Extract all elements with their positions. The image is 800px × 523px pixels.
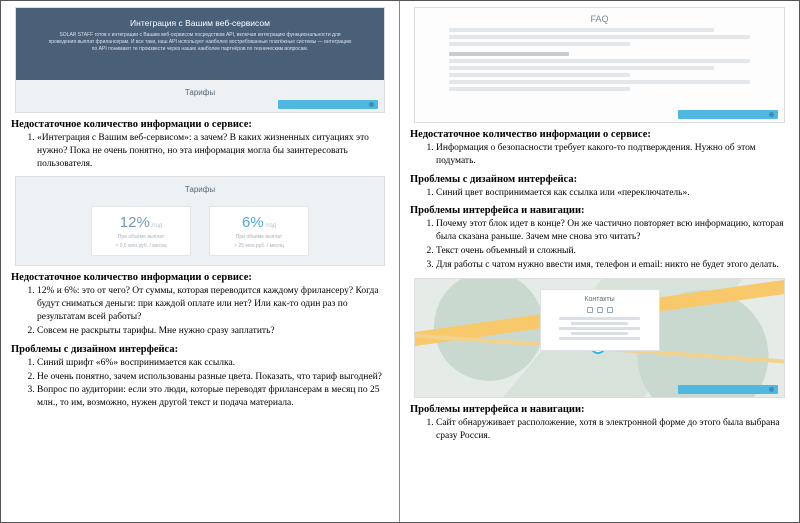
chat-widget (678, 385, 778, 394)
section-title-nav-r1: Проблемы интерфейса и навигации: (410, 205, 789, 216)
list-nav-r1: Почему этот блок идет в конце? Он же час… (428, 218, 789, 271)
price-value: 12% (120, 214, 150, 231)
contacts-title: Контакты (549, 296, 651, 303)
right-column: FAQ Недостаточное количество информации … (400, 1, 799, 522)
list-item: «Интеграция с Вашим веб-сервисом»: а зач… (37, 132, 389, 170)
hero-title: Интеграция с Вашим веб-сервисом (46, 18, 354, 28)
screenshot-map: Контакты (414, 278, 785, 398)
list-item: Не очень понятно, зачем использованы раз… (37, 371, 389, 384)
price-sub: > 0,5 млн.руб. / месяц (115, 243, 166, 249)
list-item: Информация о безопасности требует какого… (436, 142, 789, 168)
price-value: 6% (242, 214, 264, 231)
screenshot-tariffs: Тарифы 12%/год При объёме выплат > 0,5 м… (15, 176, 385, 266)
list-design-1: Синий шрифт «6%» воспринимается как ссыл… (29, 357, 389, 410)
list-item: Синий шрифт «6%» воспринимается как ссыл… (37, 357, 389, 370)
faq-heading: FAQ (415, 8, 784, 28)
list-info-r1: Информация о безопасности требует какого… (428, 142, 789, 168)
section-title-design-r: Проблемы с дизайном интерфейса: (410, 174, 789, 185)
list-item: Для работы с чатом нужно ввести имя, тел… (436, 259, 789, 272)
section-title-design-1: Проблемы с дизайном интерфейса: (11, 344, 389, 355)
list-item: Сайт обнаруживает расположение, хотя в э… (436, 417, 789, 443)
price-unit: /год (152, 223, 162, 229)
list-item: 12% и 6%: это от чего? От суммы, которая… (37, 285, 389, 323)
hero-subtitle: SOLAR STAFF готов к интеграции с Вашим в… (46, 32, 354, 53)
chat-widget (678, 110, 778, 119)
tariff-heading-2: Тарифы (16, 177, 384, 202)
list-info-2: 12% и 6%: это от чего? От суммы, которая… (29, 285, 389, 337)
price-sub: При объёме выплат (236, 234, 282, 240)
page: Интеграция с Вашим веб-сервисом SOLAR ST… (1, 1, 799, 522)
hero-banner: Интеграция с Вашим веб-сервисом SOLAR ST… (16, 8, 384, 80)
list-item: Текст очень объемный и сложный. (436, 245, 789, 258)
list-item: Совсем не раскрыты тарифы. Мне нужно сра… (37, 325, 389, 338)
faq-body (415, 28, 784, 91)
price-sub: При объёме выплат (118, 234, 164, 240)
list-item: Почему этот блок идет в конце? Он же час… (436, 218, 789, 244)
price-box-12: 12%/год При объёме выплат > 0,5 млн.руб.… (91, 206, 191, 256)
list-design-r: Синий цвет воспринимается как ссылка или… (428, 187, 789, 200)
list-info-1: «Интеграция с Вашим веб-сервисом»: а зач… (29, 132, 389, 170)
section-title-nav-r2: Проблемы интерфейса и навигации: (410, 404, 789, 415)
price-box-6: 6%/год При объёме выплат > 25 млн.руб. /… (209, 206, 309, 256)
price-sub: > 25 млн.руб. / месяц (234, 243, 284, 249)
list-item: Синий цвет воспринимается как ссылка или… (436, 187, 789, 200)
price-boxes: 12%/год При объёме выплат > 0,5 млн.руб.… (16, 202, 384, 256)
list-nav-r2: Сайт обнаруживает расположение, хотя в э… (428, 417, 789, 443)
screenshot-faq: FAQ (414, 7, 785, 123)
price-unit: /год (266, 223, 276, 229)
section-title-info-2: Недостаточное количество информации о се… (11, 272, 389, 283)
chat-widget (278, 100, 378, 109)
social-icons (549, 307, 651, 313)
list-item: Вопрос по аудитории: если это люди, кото… (37, 384, 389, 410)
screenshot-integration: Интеграция с Вашим веб-сервисом SOLAR ST… (15, 7, 385, 113)
section-title-info-1: Недостаточное количество информации о се… (11, 119, 389, 130)
section-title-info-r1: Недостаточное количество информации о се… (410, 129, 789, 140)
left-column: Интеграция с Вашим веб-сервисом SOLAR ST… (1, 1, 400, 522)
contacts-card: Контакты (540, 289, 660, 351)
